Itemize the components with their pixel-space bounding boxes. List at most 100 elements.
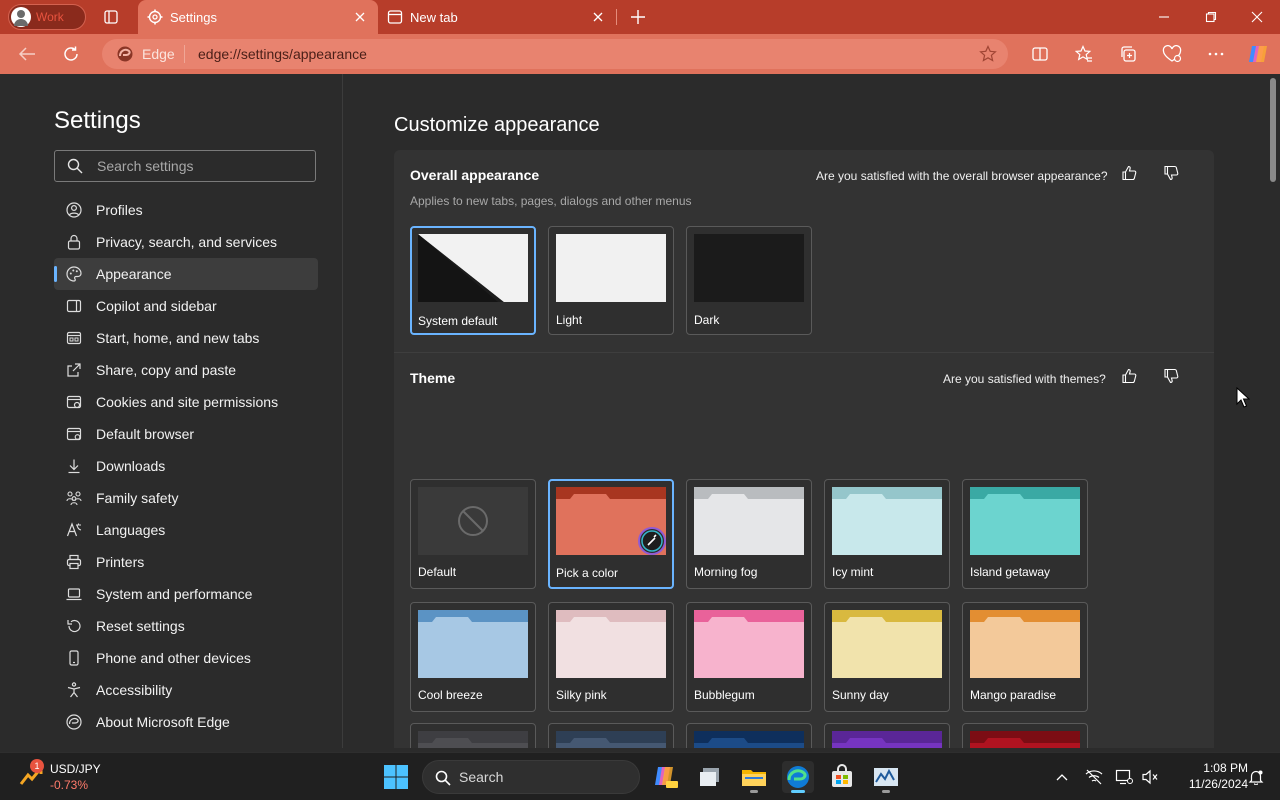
tab-new-tab[interactable]: New tab xyxy=(378,0,616,34)
theme-option-cool-slate[interactable]: Cool slate xyxy=(548,723,674,748)
sidebar-item-about[interactable]: About Microsoft Edge xyxy=(54,706,318,738)
theme-option-moonlight-glow[interactable]: Moonlight glow xyxy=(686,723,812,748)
display-button[interactable] xyxy=(1114,767,1134,787)
edge-logo-icon xyxy=(117,46,133,62)
theme-preview xyxy=(556,487,666,555)
store-icon xyxy=(832,764,852,787)
sidebar-item-phone[interactable]: Phone and other devices xyxy=(54,642,318,674)
sidebar-item-accessibility[interactable]: Accessibility xyxy=(54,674,318,706)
volume-button[interactable] xyxy=(1140,767,1160,787)
thumbs-up-button[interactable] xyxy=(1118,365,1140,387)
widget-ticker: USD/JPY xyxy=(50,762,101,776)
sidebar-item-privacy[interactable]: Privacy, search, and services xyxy=(54,226,318,258)
close-window-button[interactable] xyxy=(1243,6,1271,28)
sidebar-item-appearance[interactable]: Appearance xyxy=(54,258,318,290)
sidebar-item-label: Printers xyxy=(96,554,145,570)
theme-option-morning-fog[interactable]: Morning fog xyxy=(686,479,812,589)
edge-icon xyxy=(66,714,82,730)
settings-title: Settings xyxy=(54,107,141,134)
tab-actions-button[interactable] xyxy=(100,6,122,28)
appearance-option-label: System default xyxy=(418,314,498,328)
split-screen-button[interactable] xyxy=(1026,42,1054,66)
address-bar[interactable]: Edge edge://settings/appearance xyxy=(102,39,1008,69)
clock-button[interactable]: 1:08 PM 11/26/2024 xyxy=(1168,757,1248,797)
theme-option-dark-stormy[interactable]: Dark & stormy xyxy=(410,723,536,748)
url-text[interactable]: edge://settings/appearance xyxy=(198,46,367,62)
favorites-icon xyxy=(1075,45,1092,62)
refresh-button[interactable] xyxy=(58,42,84,66)
theme-option-spicy-red[interactable]: Spicy red xyxy=(962,723,1088,748)
search-settings-box[interactable] xyxy=(54,150,316,182)
back-button[interactable] xyxy=(14,42,40,66)
star-icon xyxy=(979,45,997,62)
sidebar-item-family-safety[interactable]: Family safety xyxy=(54,482,318,514)
taskbar-app-store[interactable] xyxy=(826,761,858,793)
theme-option-label: Sunny day xyxy=(832,688,889,702)
taskbar-app-task-view[interactable] xyxy=(694,761,726,793)
theme-option-default[interactable]: Default xyxy=(410,479,536,589)
taskbar-app-monitor[interactable] xyxy=(870,761,902,793)
copilot-button[interactable] xyxy=(1244,42,1272,66)
taskbar: 1 USD/JPY -0.73% Search 1:08 PM 11/26/20… xyxy=(0,752,1280,800)
more-options-button[interactable] xyxy=(1202,42,1230,66)
thumbs-down-icon xyxy=(1164,165,1179,181)
thumbs-down-button[interactable] xyxy=(1160,162,1182,184)
tab-settings[interactable]: Settings xyxy=(138,0,378,34)
thumbs-down-button[interactable] xyxy=(1160,365,1182,387)
address-divider xyxy=(184,45,185,63)
theme-preview xyxy=(970,610,1080,678)
sidebar-item-default-browser[interactable]: Default browser xyxy=(54,418,318,450)
theme-option-island-getaway[interactable]: Island getaway xyxy=(962,479,1088,589)
start-button[interactable] xyxy=(382,763,410,791)
close-tab-button[interactable] xyxy=(588,7,608,27)
sidebar-item-label: Share, copy and paste xyxy=(96,362,237,378)
newtab-icon xyxy=(387,10,403,24)
heart-pulse-icon xyxy=(1162,45,1182,63)
sidebar-item-start-home[interactable]: Start, home, and new tabs xyxy=(54,322,318,354)
taskbar-app-file-explorer[interactable] xyxy=(738,761,770,793)
browser-essentials-button[interactable] xyxy=(1158,42,1186,66)
new-tab-button[interactable] xyxy=(627,6,649,28)
theme-option-mango-paradise[interactable]: Mango paradise xyxy=(962,602,1088,712)
favorites-button[interactable] xyxy=(1070,42,1098,66)
theme-option-cool-breeze[interactable]: Cool breeze xyxy=(410,602,536,712)
appearance-option-system-default[interactable]: System default xyxy=(410,226,536,335)
search-input[interactable] xyxy=(97,156,307,176)
close-tab-button[interactable] xyxy=(350,7,370,27)
sidebar-item-downloads[interactable]: Downloads xyxy=(54,450,318,482)
browser-icon xyxy=(66,427,82,441)
theme-option-bubblegum[interactable]: Bubblegum xyxy=(686,602,812,712)
notifications-button[interactable] xyxy=(1246,767,1266,787)
sidebar-item-reset[interactable]: Reset settings xyxy=(54,610,318,642)
sidebar-item-printers[interactable]: Printers xyxy=(54,546,318,578)
sidebar-item-profiles[interactable]: Profiles xyxy=(54,194,318,226)
show-hidden-icons-button[interactable] xyxy=(1052,767,1072,787)
theme-option-silky-pink[interactable]: Silky pink xyxy=(548,602,674,712)
sidebar-item-copilot[interactable]: Copilot and sidebar xyxy=(54,290,318,322)
theme-option-sunny-day[interactable]: Sunny day xyxy=(824,602,950,712)
sidebar-item-cookies[interactable]: Cookies and site permissions xyxy=(54,386,318,418)
add-favorite-button[interactable] xyxy=(976,43,1000,65)
sidebar-item-languages[interactable]: Languages xyxy=(54,514,318,546)
taskbar-search[interactable]: Search xyxy=(422,760,640,794)
taskbar-app-edge[interactable] xyxy=(782,761,814,793)
theme-option-pick-a-color[interactable]: Pick a color xyxy=(548,479,674,589)
appearance-option-dark[interactable]: Dark xyxy=(686,226,812,335)
collections-button[interactable] xyxy=(1114,42,1142,66)
thumbs-up-button[interactable] xyxy=(1118,162,1140,184)
widgets-button[interactable]: 1 USD/JPY -0.73% xyxy=(14,757,114,797)
restore-button[interactable] xyxy=(1197,6,1225,28)
sidebar-item-share-copy[interactable]: Share, copy and paste xyxy=(54,354,318,386)
sidebar-item-system[interactable]: System and performance xyxy=(54,578,318,610)
theme-option-icy-mint[interactable]: Icy mint xyxy=(824,479,950,589)
profile-button[interactable]: Work xyxy=(8,4,86,30)
theme-option-juicy-plum[interactable]: Juicy plum xyxy=(824,723,950,748)
minimize-button[interactable] xyxy=(1150,6,1178,28)
taskbar-app-copilot-pro[interactable] xyxy=(650,761,682,793)
appearance-option-light[interactable]: Light xyxy=(548,226,674,335)
network-button[interactable] xyxy=(1084,767,1104,787)
task-view-icon xyxy=(700,768,719,786)
palette-icon xyxy=(66,266,82,282)
clock-time: 1:08 PM xyxy=(1203,761,1248,775)
scrollbar-thumb[interactable] xyxy=(1270,78,1276,182)
